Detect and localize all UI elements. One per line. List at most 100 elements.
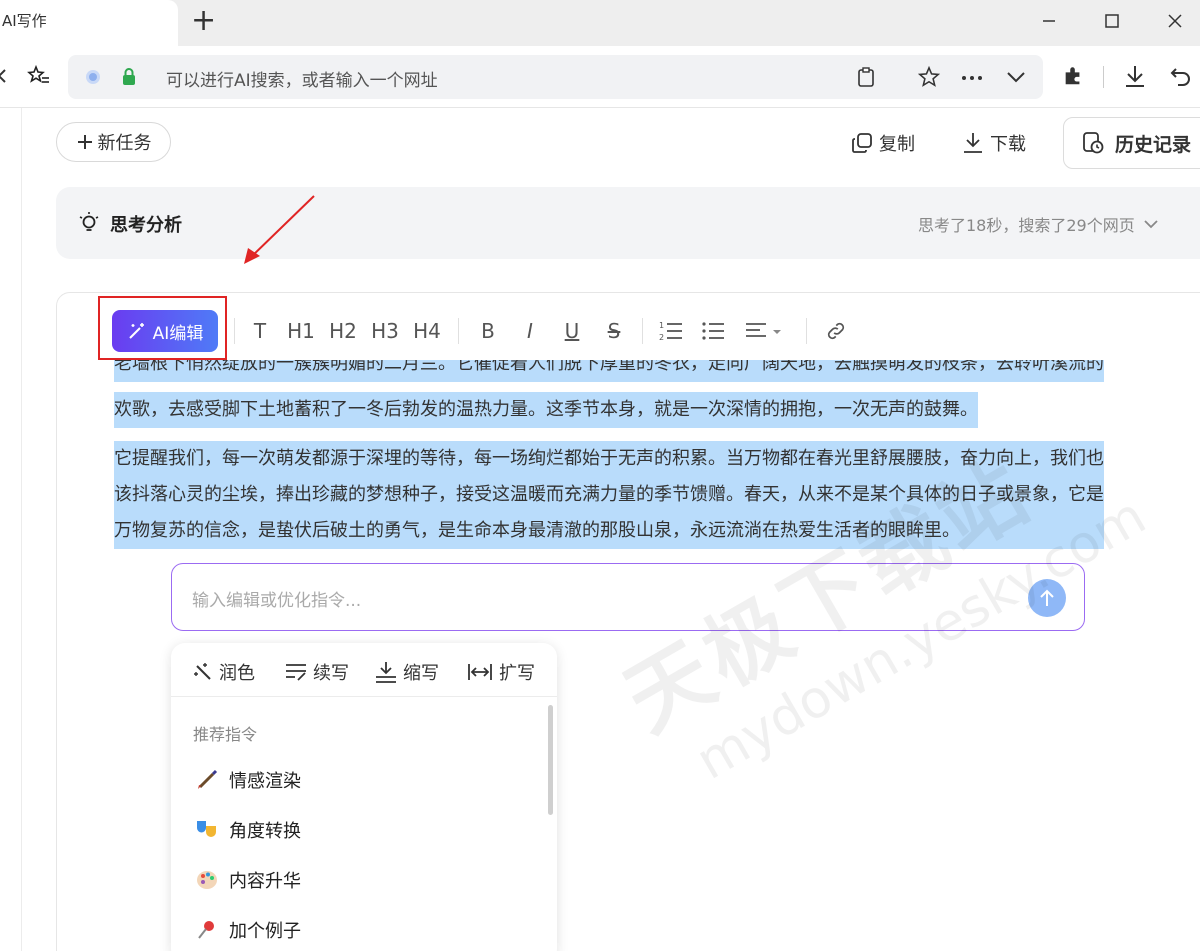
close-window-button[interactable] [1152,6,1198,36]
sparkle-wand-icon [194,663,211,680]
command-item[interactable]: 情感渲染 [195,767,301,793]
download-button[interactable]: 下载 [962,122,1026,164]
polish-button[interactable]: 润色 [193,659,255,685]
chevron-down-icon[interactable] [1143,219,1159,229]
svg-text:1: 1 [659,321,664,330]
bold-button[interactable]: B [476,313,500,349]
heading1-button[interactable]: H1 [287,313,315,349]
continue-writing-icon [286,664,306,681]
recommended-commands-title: 推荐指令 [193,725,258,744]
expand-icon [468,664,492,680]
thinking-meta: 思考了18秒，搜索了29个网页 [918,212,1159,236]
toolbar-divider [234,318,235,344]
shorten-button[interactable]: 缩写 [375,659,439,685]
ordered-list-icon: 12 [659,321,682,342]
toolbar-divider [806,318,807,344]
history-button[interactable]: 历史记录 [1063,117,1200,169]
heading1-label: H1 [287,319,315,343]
browser-tab-active[interactable]: AI写作 [0,0,178,46]
copy-icon [852,133,872,153]
text-format-label: T [253,319,267,343]
selected-text-line[interactable]: 它提醒我们，每一次萌发都源于深埋的等待，每一场绚烂都始于无声的积累。当万物都在春… [114,441,1104,477]
extensions-button[interactable] [1058,61,1088,91]
link-button[interactable] [823,313,849,349]
underline-label: U [564,319,580,343]
command-input[interactable]: 输入编辑或优化指令... [171,563,1085,631]
strikethrough-button[interactable]: S [602,313,626,349]
thinking-title: 思考分析 [110,215,182,236]
command-item-label: 角度转换 [229,821,301,842]
thinking-panel[interactable]: 思考分析 思考了18秒，搜索了29个网页 [56,187,1200,259]
paragraph-2: 它提醒我们，每一次萌发都源于深埋的等待，每一场绚烂都始于无声的积累。当万物都在春… [114,441,1104,549]
history-icon [1083,132,1104,154]
search-engine-icon [86,70,100,84]
more-icon[interactable] [961,75,983,81]
toolbar-divider [458,318,459,344]
align-left-icon [746,323,781,337]
shorten-icon [376,662,396,683]
continue-writing-label: 续写 [313,663,349,684]
continue-writing-button[interactable]: 续写 [285,659,349,685]
svg-text:2: 2 [659,333,664,342]
underline-button[interactable]: U [560,313,584,349]
selected-text-line[interactable]: 万物复苏的信念，是蛰伏后破土的勇气，是生命本身最清澈的那股山泉，永远流淌在热爱生… [114,513,1104,549]
heading2-label: H2 [329,319,357,343]
command-item-label: 内容升华 [229,871,301,892]
left-rail [0,108,22,951]
shorten-label: 缩写 [403,663,439,684]
heading3-button[interactable]: H3 [371,313,399,349]
clipped-text-line: 老墙根下悄然绽放的一簇簇明媚的二月兰。它催促着人们脱下厚重的冬衣，走向广阔天地，… [114,360,1184,384]
undo-icon [1170,68,1190,86]
align-dropdown-button[interactable] [743,313,787,349]
selected-text-line[interactable]: 老墙根下悄然绽放的一簇簇明媚的二月兰。它催促着人们脱下厚重的冬衣，走向广阔天地，… [114,360,1104,382]
toolbar-divider [1103,66,1104,88]
browser-toolbar: 可以进行AI搜索，或者输入一个网址 [0,46,1200,108]
downloads-button[interactable] [1120,61,1150,91]
italic-button[interactable]: I [518,313,542,349]
ordered-list-button[interactable]: 12 [657,313,685,349]
history-label: 历史记录 [1115,133,1192,156]
arrow-up-icon [1040,589,1054,606]
favorites-button[interactable] [24,61,54,91]
italic-label: I [527,319,533,343]
download-label: 下载 [990,134,1026,155]
new-tab-button[interactable]: + [191,6,216,36]
tab-title: AI写作 [2,12,47,30]
star-list-icon [27,64,49,83]
copy-label: 复制 [879,134,915,155]
command-item[interactable]: 内容升华 [195,867,301,893]
copy-button[interactable]: 复制 [851,122,915,164]
chevron-down-icon[interactable] [1006,71,1026,83]
bullet-list-button[interactable] [699,313,727,349]
annotation-highlight-box [98,296,227,360]
minimize-button[interactable] [1026,6,1072,36]
command-item-label: 加个例子 [229,921,301,942]
star-icon[interactable] [918,66,940,88]
command-item-label: 情感渲染 [229,771,301,792]
heading4-button[interactable]: H4 [413,313,441,349]
new-task-button[interactable]: 新任务 [56,122,171,162]
expand-button[interactable]: 扩写 [467,659,535,685]
clipboard-icon[interactable] [856,66,876,88]
command-item[interactable]: 加个例子 [195,917,301,943]
maximize-button[interactable] [1089,6,1135,36]
selected-text-line[interactable]: 该抖落心灵的尘埃，捧出珍藏的梦想种子，接受这温暖而充满力量的季节馈赠。春天，从来… [114,477,1104,513]
lock-icon [123,68,135,85]
annotation-arrow [244,195,315,264]
heading2-button[interactable]: H2 [329,313,357,349]
selected-text-line[interactable]: 欢歌，去感受脚下土地蓄积了一冬后勃发的温热力量。这季节本身，就是一次深情的拥抱，… [114,392,978,428]
bold-label: B [481,319,495,343]
toolbar-divider [642,318,643,344]
heading4-label: H4 [413,319,441,343]
address-input[interactable]: 可以进行AI搜索，或者输入一个网址 [166,66,438,91]
undo-button[interactable] [1166,61,1196,91]
address-bar[interactable]: 可以进行AI搜索，或者输入一个网址 [68,55,1043,99]
text-format-button[interactable]: T [247,313,273,349]
command-item[interactable]: 角度转换 [195,817,301,843]
strikethrough-label: S [607,319,621,343]
popup-scrollbar[interactable] [548,705,553,815]
expand-label: 扩写 [499,663,535,684]
back-button[interactable] [0,61,18,91]
link-icon [827,322,845,340]
send-button[interactable] [1028,579,1066,617]
